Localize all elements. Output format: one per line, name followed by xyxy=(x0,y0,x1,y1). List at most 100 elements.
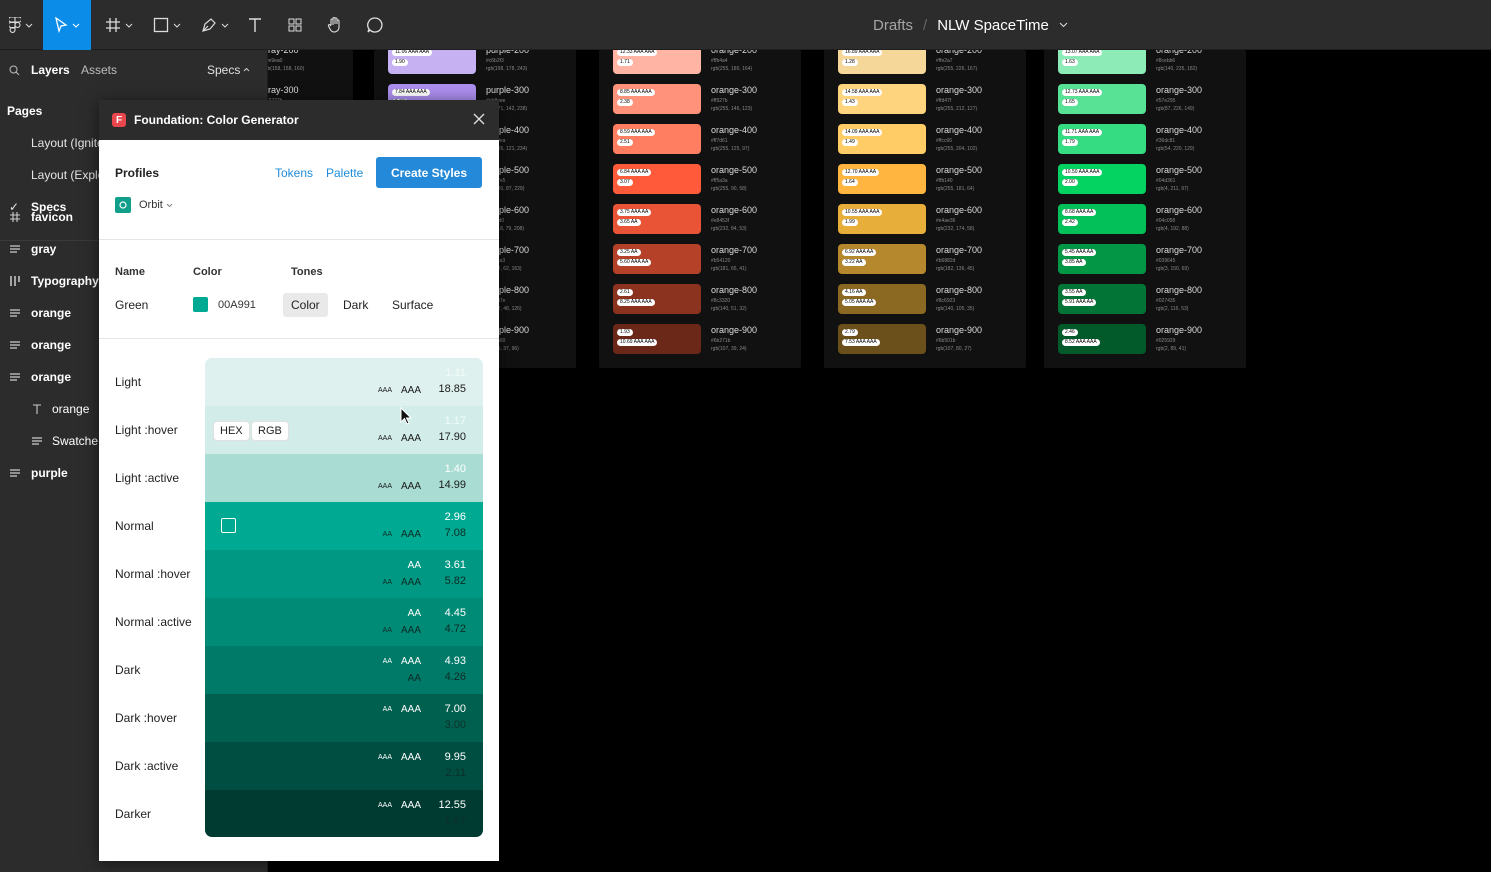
swatch-label: orange-700 xyxy=(1156,245,1203,255)
color-swatch[interactable]: 3.75 AAA AA 3.65 AA xyxy=(613,204,701,234)
color-swatch[interactable]: 6.92 AAA AA 3.22 AA xyxy=(838,244,926,274)
swatch-hex: #039645 xyxy=(1156,258,1176,264)
chevron-down-icon[interactable] xyxy=(1059,22,1068,28)
color-swatch[interactable]: 2.46 8.52 AAA AAA xyxy=(1058,324,1146,354)
move-tool-button[interactable] xyxy=(43,0,91,50)
tone-swatch-row[interactable]: 4.45 4.72 AA AAA AA xyxy=(205,598,483,646)
contrast-badge: 7.84 AAA AAA xyxy=(392,89,430,96)
contrast-badge: 8.59 AAA AAA xyxy=(617,129,655,136)
create-styles-button[interactable]: Create Styles xyxy=(376,157,482,188)
tone-tab-color[interactable]: Color xyxy=(283,293,328,317)
swatch-hex: #027435 xyxy=(1156,298,1176,304)
hand-tool-button[interactable] xyxy=(320,0,350,50)
shape-tool-button[interactable] xyxy=(146,0,188,50)
contrast-badge: 2.46 xyxy=(1062,329,1078,336)
close-icon[interactable] xyxy=(471,111,487,127)
specs-page-selector[interactable]: Specs xyxy=(207,63,240,77)
palette-frame-orange[interactable]: 12.33 AAA AAA 1.71 orange-200 #ffb4a4 rgb(25… xyxy=(599,50,801,368)
color-swatch[interactable]: 12.33 AAA AAA 1.71 xyxy=(613,50,701,74)
color-hex-field[interactable]: 00A991 xyxy=(218,299,256,311)
wcag-badge: AAA xyxy=(400,625,421,636)
color-swatch[interactable]: 1.93 10.69 AAA AAA xyxy=(613,324,701,354)
palette-link[interactable]: Palette xyxy=(326,166,363,180)
wcag-badge: AAA xyxy=(400,800,421,811)
tone-swatch-row[interactable]: 4.93 4.26 AAA AA AA xyxy=(205,646,483,694)
color-swatch[interactable]: 8.85 AAA AAA 2.38 xyxy=(613,84,701,114)
color-swatch[interactable]: 4.16 AA 5.05 AAA AA xyxy=(838,284,926,314)
main-menu-button[interactable] xyxy=(0,0,42,50)
tab-layers[interactable]: Layers xyxy=(31,63,70,77)
contrast-ratio-light: 1.11 xyxy=(445,367,466,379)
swatch-hex: #b54120 xyxy=(711,258,731,264)
tone-tab-dark[interactable]: Dark xyxy=(335,293,376,317)
color-swatch[interactable]: 10.55 AAA AAA 1.99 xyxy=(838,204,926,234)
palette-frame-green[interactable]: 13.07 AAA AAA 1.63 orange-200 #8cebb6 rgb(14… xyxy=(1044,50,1246,368)
color-swatch[interactable]: 3.25 AA 5.60 AAA AA xyxy=(613,244,701,274)
color-swatch[interactable]: 13.07 AAA AAA 1.63 xyxy=(1058,50,1146,74)
contrast-badge: 14.58 AAA AAA xyxy=(842,89,883,96)
color-swatch[interactable]: 16.89 AAA AAA 1.28 xyxy=(838,50,926,74)
rgb-toggle-button[interactable]: RGB xyxy=(252,422,288,440)
tone-swatch-row[interactable]: 3.61 5.82 AA AAA AA xyxy=(205,550,483,598)
color-swatch[interactable]: 12.73 AAA AAA 1.65 xyxy=(1058,84,1146,114)
tab-assets[interactable]: Assets xyxy=(81,63,117,77)
color-swatch[interactable]: 2.79 7.53 AAA AAA xyxy=(838,324,926,354)
swatch-hex: #04d361 xyxy=(1156,178,1176,184)
contrast-badge: 1.43 xyxy=(842,99,858,106)
swatch-label: orange-200 xyxy=(711,50,758,55)
breadcrumb-drafts[interactable]: Drafts xyxy=(873,17,913,34)
page-item-layout-explorer[interactable]: Layout (Explo xyxy=(31,168,104,182)
tone-swatch-row[interactable]: 12.55 1.67 AAA AAA xyxy=(205,790,483,837)
tone-swatch-row[interactable]: 1.17 17.90 AAA AAA HEX RGB xyxy=(205,406,483,454)
color-swatch[interactable]: 5.45 AAA AA 3.85 AA xyxy=(1058,244,1146,274)
color-swatch[interactable]: 8.59 AAA AAA 2.51 xyxy=(613,124,701,154)
color-swatch[interactable]: 2.61 8.25 AAA AAA xyxy=(613,284,701,314)
color-swatch[interactable]: 3.55 AA 5.91 AAA AA xyxy=(1058,284,1146,314)
select-checkbox[interactable] xyxy=(221,518,236,533)
color-name-field[interactable]: Green xyxy=(115,298,148,312)
color-swatch[interactable]: 10.50 AAA AAA 2.00 xyxy=(1058,164,1146,194)
tone-label: Normal :active xyxy=(115,615,192,629)
contrast-badge: 11.71 AAA AAA xyxy=(1062,129,1103,136)
color-swatch[interactable]: 11.71 AAA AAA 1.79 xyxy=(1058,124,1146,154)
color-swatch[interactable]: 11.06 AAA AAA 1.90 xyxy=(388,50,476,74)
tone-swatch-row[interactable]: 2.96 7.08 AAA AA xyxy=(205,502,483,550)
tone-swatch-list: 1.11 18.85 AAA AAA 1.17 17.90 AAA AAA HEX RGB 1.40… xyxy=(205,358,483,837)
plugin-header[interactable]: F Foundation: Color Generator xyxy=(99,100,499,140)
page-item-layout-ignite[interactable]: Layout (Ignite xyxy=(31,136,104,150)
chevron-up-icon[interactable] xyxy=(243,67,250,72)
tone-swatch-row[interactable]: 1.40 14.99 AAA AAA xyxy=(205,454,483,502)
tone-swatch-row[interactable]: 1.11 18.85 AAA AAA xyxy=(205,358,483,406)
components-icon xyxy=(288,18,302,32)
contrast-ratio-light: 1.17 xyxy=(444,415,466,427)
contrast-ratio-dark: 2.11 xyxy=(445,767,466,779)
palette-frame-orange[interactable]: 16.89 AAA AAA 1.28 orange-200 #ffe2a7 rgb(25… xyxy=(824,50,1026,368)
tone-swatch-row[interactable]: 7.00 3.00 AAA AA xyxy=(205,694,483,742)
contrast-badge: 3.55 AA xyxy=(1062,289,1086,296)
text-tool-button[interactable] xyxy=(240,0,270,50)
color-swatch[interactable]: 14.58 AAA AAA 1.43 xyxy=(838,84,926,114)
pen-tool-button[interactable] xyxy=(194,0,236,50)
profile-selector[interactable]: Orbit xyxy=(115,197,173,213)
tone-swatch-row[interactable]: 9.95 2.11 AAA AAA xyxy=(205,742,483,790)
frame-tool-button[interactable] xyxy=(98,0,140,50)
cursor-icon xyxy=(55,17,68,33)
tone-tab-surface[interactable]: Surface xyxy=(384,293,441,317)
hex-toggle-button[interactable]: HEX xyxy=(214,422,249,440)
search-icon[interactable] xyxy=(9,65,20,76)
contrast-ratio-dark: 5.82 xyxy=(444,575,466,587)
color-swatch[interactable]: 14.09 AAA AAA 1.49 xyxy=(838,124,926,154)
file-name[interactable]: NLW SpaceTime xyxy=(937,17,1049,34)
tokens-link[interactable]: Tokens xyxy=(275,166,313,180)
color-swatch[interactable]: 8.68 AAA AA 2.42 xyxy=(1058,204,1146,234)
wcag-badge-small: AA xyxy=(382,627,392,634)
color-swatch[interactable] xyxy=(193,297,208,312)
wcag-badge-small: AAA xyxy=(377,802,392,809)
color-swatch[interactable]: 6.84 AAA AA 3.07 xyxy=(613,164,701,194)
resources-tool-button[interactable] xyxy=(280,0,310,50)
tone-label: Normal xyxy=(115,519,154,533)
comment-tool-button[interactable] xyxy=(360,0,390,50)
plugin-title: Foundation: Color Generator xyxy=(134,113,299,127)
contrast-ratio-dark: 3.00 xyxy=(444,719,466,731)
color-swatch[interactable]: 12.70 AAA AA 1.64 xyxy=(838,164,926,194)
